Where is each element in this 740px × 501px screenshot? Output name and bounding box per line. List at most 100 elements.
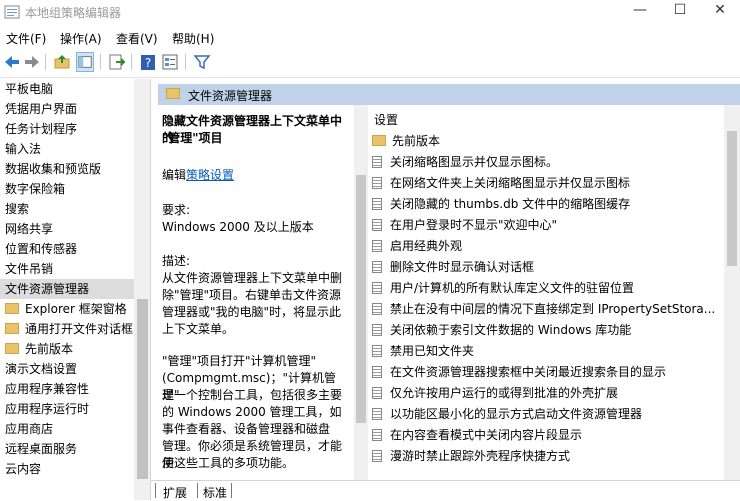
description-line: 是一个控制台工具，包括很多主要 xyxy=(162,388,343,402)
list-item-folder[interactable]: 先前版本 xyxy=(372,131,722,152)
help-icon[interactable]: ? xyxy=(139,52,157,72)
tree-item[interactable]: 应用程序兼容性 xyxy=(0,379,134,399)
view-tabs: 扩展 标准 xyxy=(151,480,740,500)
list-item[interactable]: 关闭隐藏的 thumbs.db 文件中的缩略图缓存 xyxy=(372,194,722,215)
tree-item[interactable]: 位置和传感器 xyxy=(0,239,134,259)
properties-icon[interactable] xyxy=(161,52,179,72)
list-item[interactable]: 关闭依赖于索引文件数据的 Windows 库功能 xyxy=(372,320,722,341)
folder-icon xyxy=(372,135,386,146)
close-button[interactable]: ✕ xyxy=(700,0,740,22)
tree-item-label: 搜索 xyxy=(5,202,30,216)
tree-item-label: 平板电脑 xyxy=(5,82,54,96)
list-item[interactable]: 漫游时禁止跟踪外壳程序快捷方式 xyxy=(372,446,722,467)
policy-setting-icon xyxy=(372,156,382,168)
tree-item-label: 应用商店 xyxy=(5,422,54,436)
tree-item[interactable]: 应用程序运行时 xyxy=(0,399,134,419)
policy-setting-icon xyxy=(372,282,382,294)
minimize-button[interactable]: — xyxy=(620,0,660,22)
details-header-title: 文件资源管理器 xyxy=(188,89,273,103)
up-folder-icon[interactable] xyxy=(53,52,71,72)
tree-item[interactable]: 文件吊销 xyxy=(0,259,134,279)
list-item-label: 关闭缩略图显示并仅显示图标。 xyxy=(390,155,559,169)
tree-scrollbar[interactable] xyxy=(134,79,150,500)
requirements-value: Windows 2000 及以上版本 xyxy=(162,220,314,234)
description-panel: 隐藏文件资源管理器上下文菜单中的 "管理"项目 编辑策略设置 要求: Windo… xyxy=(158,105,353,480)
tree-item[interactable]: 输入法 xyxy=(0,139,134,159)
tree-item[interactable]: Explorer 框架窗格 xyxy=(0,299,134,319)
tree-item[interactable]: 搜索 xyxy=(0,199,134,219)
list-item[interactable]: 仅允许按用户运行的或得到批准的外壳扩展 xyxy=(372,383,722,404)
tree-item[interactable]: 凭据用户界面 xyxy=(0,99,134,119)
menu-file[interactable]: 文件(F) xyxy=(6,30,46,47)
list-item-label: 删除文件时显示确认对话框 xyxy=(390,260,535,274)
toolbar-separator xyxy=(185,54,186,70)
filter-icon[interactable] xyxy=(193,52,211,72)
list-item[interactable]: 启用经典外观 xyxy=(372,236,722,257)
tree-item[interactable]: 网络共享 xyxy=(0,219,134,239)
tree-item[interactable]: 先前版本 xyxy=(0,339,134,359)
tree-item[interactable]: 云内容 xyxy=(0,459,134,479)
back-icon[interactable] xyxy=(3,52,21,72)
policy-editor-icon xyxy=(4,5,20,19)
policy-setting-icon xyxy=(372,219,382,231)
list-item-label: 仅允许按用户运行的或得到批准的外壳扩展 xyxy=(390,386,619,400)
list-item-label: 漫游时禁止跟踪外壳程序快捷方式 xyxy=(390,449,571,463)
export-list-icon[interactable] xyxy=(108,52,126,72)
tree-scrollbar-thumb[interactable] xyxy=(137,299,148,479)
tree-item-label: 任务计划程序 xyxy=(5,122,78,136)
list-item[interactable]: 在网络文件夹上关闭缩略图显示并仅显示图标 xyxy=(372,173,722,194)
description-line: 从文件资源管理器上下文菜单中删 xyxy=(162,271,343,285)
tree-item-label: Explorer 框架窗格 xyxy=(25,302,127,316)
policy-setting-icon xyxy=(372,387,382,399)
toolbar: ? xyxy=(0,48,740,78)
tree-item[interactable]: 任务计划程序 xyxy=(0,119,134,139)
list-item-label: 先前版本 xyxy=(392,134,441,148)
menu-bar: 文件(F) 操作(A) 查看(V) 帮助(H) xyxy=(0,26,740,48)
forward-icon[interactable] xyxy=(23,52,41,72)
folder-icon xyxy=(166,88,180,99)
description-scrollbar[interactable] xyxy=(354,105,368,480)
tree-item[interactable]: 数字保险箱 xyxy=(0,179,134,199)
menu-action[interactable]: 操作(A) xyxy=(60,30,102,47)
tree-item-label: 凭据用户界面 xyxy=(5,102,78,116)
list-item[interactable]: 在用户登录时不显示"欢迎中心" xyxy=(372,215,722,236)
tree-item[interactable]: 通用打开文件对话框 xyxy=(0,319,134,339)
tree-item[interactable]: 远程桌面服务 xyxy=(0,439,134,459)
list-item[interactable]: 在内容查看模式中关闭内容片段显示 xyxy=(372,425,722,446)
tree-item-label: 位置和传感器 xyxy=(5,242,78,256)
settings-list-scrollbar[interactable] xyxy=(724,105,740,480)
tree-item[interactable]: 数据收集和预览版 xyxy=(0,159,134,179)
tree-item[interactable]: 平板电脑 xyxy=(0,79,134,99)
details-header: 文件资源管理器 xyxy=(158,84,740,105)
toolbar-separator xyxy=(131,54,132,70)
menu-view[interactable]: 查看(V) xyxy=(116,30,158,47)
list-item[interactable]: 删除文件时显示确认对话框 xyxy=(372,257,722,278)
tab-standard[interactable]: 标准 xyxy=(203,484,227,501)
menu-help[interactable]: 帮助(H) xyxy=(172,30,214,47)
list-item-label: 禁用已知文件夹 xyxy=(390,344,475,358)
list-item[interactable]: 在文件资源管理器搜索框中关闭最近搜索条目的显示 xyxy=(372,362,722,383)
list-item[interactable]: 禁用已知文件夹 xyxy=(372,341,722,362)
tab-separator xyxy=(155,483,156,498)
description-scrollbar-thumb[interactable] xyxy=(356,175,366,423)
tree-item-file-explorer[interactable]: 文件资源管理器 xyxy=(0,279,134,299)
list-item-label: 在用户登录时不显示"欢迎中心" xyxy=(390,218,558,232)
settings-column-header[interactable]: 设置 xyxy=(374,111,398,128)
policy-settings-link[interactable]: 策略设置 xyxy=(186,168,234,182)
maximize-button[interactable]: ☐ xyxy=(660,0,700,22)
list-item[interactable]: 关闭缩略图显示并仅显示图标。 xyxy=(372,152,722,173)
edit-policy-line: 编辑策略设置 xyxy=(162,167,352,184)
policy-setting-icon xyxy=(372,261,382,273)
tree-item-label: 数据收集和预览版 xyxy=(5,162,102,176)
tree-item[interactable]: 应用商店 xyxy=(0,419,134,439)
list-item[interactable]: 禁止在没有中间层的情况下直接绑定到 IPropertySetStora... xyxy=(372,299,722,320)
tree-item-label: 先前版本 xyxy=(25,342,74,356)
tree-item[interactable]: 演示文档设置 xyxy=(0,359,134,379)
tree-item-label: 应用程序运行时 xyxy=(5,402,90,416)
list-item[interactable]: 用户/计算机的所有默认库定义文件的驻留位置 xyxy=(372,278,722,299)
show-hide-tree-icon[interactable] xyxy=(76,52,94,72)
tab-extended[interactable]: 扩展 xyxy=(163,484,187,501)
policy-title-line2: "管理"项目 xyxy=(162,131,223,145)
settings-list-scrollbar-thumb[interactable] xyxy=(727,131,737,266)
list-item[interactable]: 以功能区最小化的显示方式启动文件资源管理器 xyxy=(372,404,722,425)
